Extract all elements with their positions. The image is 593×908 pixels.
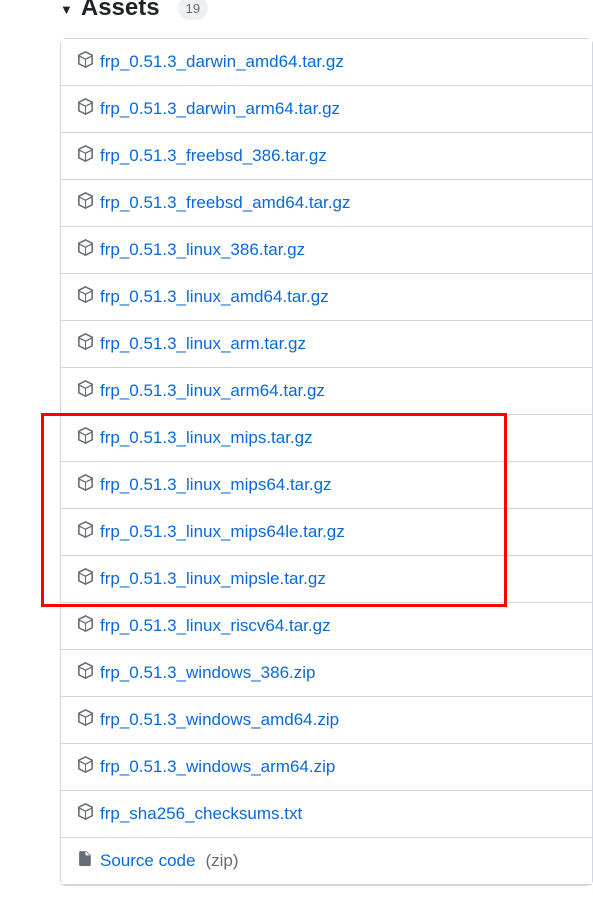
asset-link[interactable]: frp_0.51.3_windows_arm64.zip bbox=[100, 757, 335, 777]
asset-link[interactable]: frp_0.51.3_linux_mipsle.tar.gz bbox=[100, 569, 326, 589]
asset-link[interactable]: Source code bbox=[100, 851, 195, 871]
asset-row: frp_0.51.3_windows_386.zip bbox=[61, 650, 592, 697]
asset-link[interactable]: frp_0.51.3_linux_arm64.tar.gz bbox=[100, 381, 325, 401]
file-zip-icon bbox=[77, 850, 94, 872]
asset-link[interactable]: frp_0.51.3_linux_mips64le.tar.gz bbox=[100, 522, 345, 542]
asset-row: frp_0.51.3_darwin_arm64.tar.gz bbox=[61, 86, 592, 133]
asset-row: frp_0.51.3_windows_arm64.zip bbox=[61, 744, 592, 791]
asset-link[interactable]: frp_0.51.3_linux_amd64.tar.gz bbox=[100, 287, 329, 307]
asset-row: frp_0.51.3_linux_arm64.tar.gz bbox=[61, 368, 592, 415]
asset-row: frp_0.51.3_freebsd_amd64.tar.gz bbox=[61, 180, 592, 227]
asset-suffix: (zip) bbox=[205, 851, 238, 871]
package-icon bbox=[77, 474, 94, 496]
asset-link[interactable]: frp_0.51.3_windows_386.zip bbox=[100, 663, 315, 683]
asset-row: frp_0.51.3_linux_arm.tar.gz bbox=[61, 321, 592, 368]
package-icon bbox=[77, 98, 94, 120]
asset-row: frp_0.51.3_darwin_amd64.tar.gz bbox=[61, 39, 592, 86]
asset-link[interactable]: frp_0.51.3_linux_mips.tar.gz bbox=[100, 428, 313, 448]
package-icon bbox=[77, 239, 94, 261]
asset-row: frp_0.51.3_freebsd_386.tar.gz bbox=[61, 133, 592, 180]
package-icon bbox=[77, 803, 94, 825]
asset-link[interactable]: frp_0.51.3_linux_riscv64.tar.gz bbox=[100, 616, 331, 636]
asset-link[interactable]: frp_0.51.3_freebsd_386.tar.gz bbox=[100, 146, 327, 166]
assets-header[interactable]: ▼ Assets 19 bbox=[0, 0, 593, 38]
asset-row: frp_sha256_checksums.txt bbox=[61, 791, 592, 838]
asset-link[interactable]: frp_0.51.3_linux_386.tar.gz bbox=[100, 240, 305, 260]
package-icon bbox=[77, 709, 94, 731]
assets-list: frp_0.51.3_darwin_amd64.tar.gz frp_0.51.3… bbox=[60, 38, 593, 886]
package-icon bbox=[77, 380, 94, 402]
assets-title: Assets bbox=[81, 0, 160, 22]
asset-row: Source code (zip) bbox=[61, 838, 592, 885]
asset-link[interactable]: frp_0.51.3_windows_amd64.zip bbox=[100, 710, 339, 730]
asset-link[interactable]: frp_0.51.3_linux_arm.tar.gz bbox=[100, 334, 306, 354]
asset-row: frp_0.51.3_linux_mips.tar.gz bbox=[61, 415, 592, 462]
collapse-triangle-icon: ▼ bbox=[60, 2, 73, 17]
asset-row: frp_0.51.3_linux_riscv64.tar.gz bbox=[61, 603, 592, 650]
package-icon bbox=[77, 333, 94, 355]
package-icon bbox=[77, 568, 94, 590]
package-icon bbox=[77, 756, 94, 778]
asset-row: frp_0.51.3_linux_mipsle.tar.gz bbox=[61, 556, 592, 603]
package-icon bbox=[77, 521, 94, 543]
package-icon bbox=[77, 192, 94, 214]
assets-count-badge: 19 bbox=[178, 0, 208, 20]
asset-row: frp_0.51.3_linux_amd64.tar.gz bbox=[61, 274, 592, 321]
asset-row: frp_0.51.3_linux_mips64.tar.gz bbox=[61, 462, 592, 509]
asset-link[interactable]: frp_0.51.3_linux_mips64.tar.gz bbox=[100, 475, 332, 495]
asset-row: frp_0.51.3_linux_386.tar.gz bbox=[61, 227, 592, 274]
package-icon bbox=[77, 615, 94, 637]
asset-row: frp_0.51.3_windows_amd64.zip bbox=[61, 697, 592, 744]
asset-link[interactable]: frp_0.51.3_freebsd_amd64.tar.gz bbox=[100, 193, 350, 213]
asset-row: frp_0.51.3_linux_mips64le.tar.gz bbox=[61, 509, 592, 556]
asset-link[interactable]: frp_0.51.3_darwin_arm64.tar.gz bbox=[100, 99, 340, 119]
package-icon bbox=[77, 427, 94, 449]
package-icon bbox=[77, 662, 94, 684]
asset-link[interactable]: frp_0.51.3_darwin_amd64.tar.gz bbox=[100, 52, 344, 72]
package-icon bbox=[77, 286, 94, 308]
asset-link[interactable]: frp_sha256_checksums.txt bbox=[100, 804, 302, 824]
package-icon bbox=[77, 145, 94, 167]
package-icon bbox=[77, 51, 94, 73]
